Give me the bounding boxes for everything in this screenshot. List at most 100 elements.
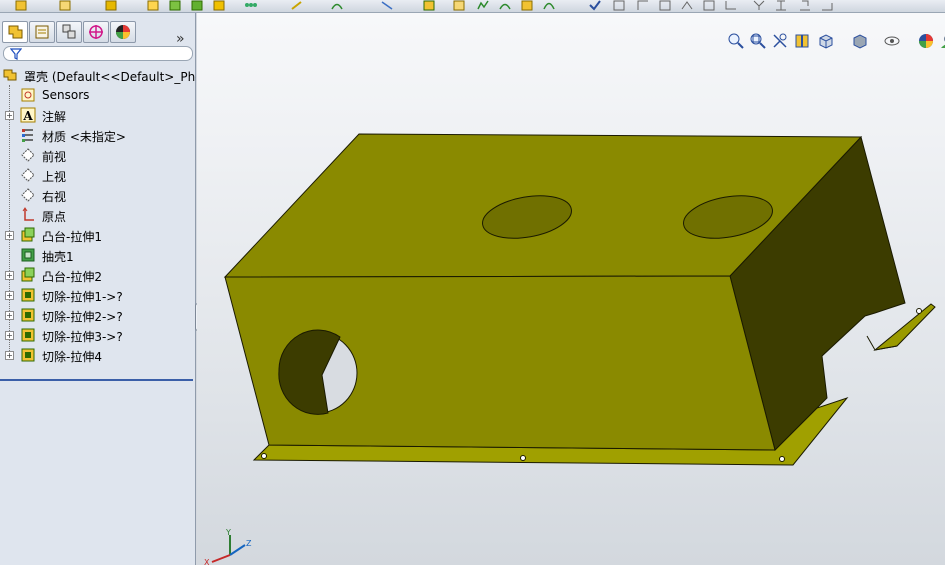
check-icon[interactable] (422, 0, 436, 11)
tab-dimxpert-manager[interactable] (83, 21, 109, 43)
graphics-area[interactable] (197, 13, 945, 565)
graph-icon[interactable] (476, 0, 490, 11)
tree-item-annotations[interactable]: + A 注解 (0, 105, 196, 125)
base-flange-icon[interactable] (636, 0, 650, 11)
shell-icon (20, 247, 36, 263)
configuration-manager-icon (62, 24, 76, 39)
model-viewport[interactable] (197, 13, 945, 565)
tree-item-cut-extrude-1[interactable]: + 切除-拉伸1->? (0, 285, 196, 305)
unfold-icon[interactable] (820, 0, 834, 11)
measure-icon[interactable] (452, 0, 466, 11)
tree-filter-input[interactable] (3, 46, 193, 61)
tree-item-label: 凸台-拉伸1 (42, 230, 102, 244)
tree-item-front-plane[interactable]: 前视 (0, 145, 196, 165)
part-icon (2, 67, 18, 83)
expand-panel-button[interactable]: » (176, 31, 185, 47)
triad-y-label: Y (225, 528, 231, 537)
tree-item-right-plane[interactable]: 右视 (0, 185, 196, 205)
feature-manager-icon (8, 25, 23, 39)
svg-text:A: A (22, 109, 33, 123)
feature-manager-panel: » 罩壳 (Default<<Default>_Phc Sensors + A … (0, 13, 196, 565)
tree-item-cut-extrude-4[interactable]: + 切除-拉伸4 (0, 345, 196, 365)
miter-flange-icon[interactable] (680, 0, 694, 11)
tree-item-cut-extrude-3[interactable]: + 切除-拉伸3->? (0, 325, 196, 345)
annotations-icon: A (20, 107, 36, 123)
mold-icon[interactable] (542, 0, 556, 11)
tree-item-sensors[interactable]: Sensors (0, 85, 196, 105)
tree-item-cut-extrude-2[interactable]: + 切除-拉伸2->? (0, 305, 196, 325)
tree-root-part[interactable]: 罩壳 (Default<<Default>_Phc (0, 65, 196, 85)
expand-toggle[interactable]: + (5, 311, 14, 320)
sheet-metal-icon[interactable] (612, 0, 626, 11)
tree-item-boss-extrude-1[interactable]: + 凸台-拉伸1 (0, 225, 196, 245)
open-icon[interactable] (58, 0, 72, 11)
hem-icon[interactable] (702, 0, 716, 11)
rollback-bar[interactable] (0, 379, 193, 381)
reference-icon[interactable] (380, 0, 394, 11)
tree-item-label: 上视 (42, 170, 67, 184)
sketch-icon[interactable] (290, 0, 304, 11)
tree-item-label: 注解 (42, 110, 67, 124)
expand-toggle[interactable]: + (5, 351, 14, 360)
extrude-icon[interactable] (146, 0, 160, 11)
pattern-icon[interactable] (244, 0, 258, 11)
sketched-bend-icon[interactable] (752, 0, 766, 11)
flange-hole (916, 308, 922, 314)
tree-item-label: 前视 (42, 150, 67, 164)
plane-icon (20, 167, 36, 183)
flange-hole (261, 453, 267, 459)
triad-x-label: X (204, 558, 210, 565)
tree-item-origin[interactable]: 原点 (0, 205, 196, 225)
filter-icon (10, 48, 22, 60)
tab-feature-manager[interactable] (2, 21, 28, 43)
reference-triad: Y Z X (204, 528, 252, 565)
closed-corner-icon[interactable] (798, 0, 812, 11)
triad-z-label: Z (246, 539, 252, 548)
material-icon (20, 127, 36, 143)
cut-extrude-icon (20, 307, 36, 323)
expand-toggle[interactable]: + (5, 231, 14, 240)
solidworks-window: » 罩壳 (Default<<Default>_Phc Sensors + A … (0, 0, 945, 565)
tree-item-label: 原点 (42, 210, 67, 224)
tree-item-shell-1[interactable]: 抽壳1 (0, 245, 196, 265)
tree-item-material[interactable]: 材质 <未指定> (0, 125, 196, 145)
tree-item-top-plane[interactable]: 上视 (0, 165, 196, 185)
tree-item-label: 切除-拉伸1->? (42, 290, 123, 304)
flange-hole (779, 456, 785, 462)
jog-icon[interactable] (724, 0, 738, 11)
tree-item-label: Sensors (42, 88, 90, 102)
tree-root-label: 罩壳 (Default<<Default>_Phc (24, 70, 196, 84)
tab-display-manager[interactable] (110, 21, 136, 43)
boss-extrude-icon (20, 267, 36, 283)
tab-configuration-manager[interactable] (56, 21, 82, 43)
save-icon[interactable] (104, 0, 118, 11)
expand-toggle[interactable]: + (5, 271, 14, 280)
tree-item-label: 右视 (42, 190, 67, 204)
cut-extrude-icon (20, 287, 36, 303)
tree-item-label: 材质 <未指定> (42, 130, 126, 144)
boss-extrude-icon (20, 227, 36, 243)
edge-flange-icon[interactable] (658, 0, 672, 11)
rebuild-icon[interactable] (14, 0, 28, 11)
curves-icon[interactable] (498, 0, 512, 11)
tree-item-boss-extrude-2[interactable]: + 凸台-拉伸2 (0, 265, 196, 285)
display-manager-icon (116, 25, 130, 39)
expand-toggle[interactable]: + (5, 291, 14, 300)
cross-break-icon[interactable] (774, 0, 788, 11)
cut-extrude-icon (20, 347, 36, 363)
tree-item-label: 切除-拉伸2->? (42, 310, 123, 324)
expand-toggle[interactable]: + (5, 111, 14, 120)
tree-item-label: 切除-拉伸4 (42, 350, 102, 364)
accept-icon[interactable] (588, 0, 602, 11)
dimxpert-icon (89, 25, 103, 39)
tab-property-manager[interactable] (29, 21, 55, 43)
plane-icon (20, 187, 36, 203)
tree-item-label: 切除-拉伸3->? (42, 330, 123, 344)
expand-toggle[interactable]: + (5, 331, 14, 340)
smart-dimension-icon[interactable] (330, 0, 344, 11)
tree-item-label: 凸台-拉伸2 (42, 270, 102, 284)
loft-icon[interactable] (212, 0, 226, 11)
revolve-icon[interactable] (168, 0, 182, 11)
surface-icon[interactable] (520, 0, 534, 11)
sweep-icon[interactable] (190, 0, 204, 11)
